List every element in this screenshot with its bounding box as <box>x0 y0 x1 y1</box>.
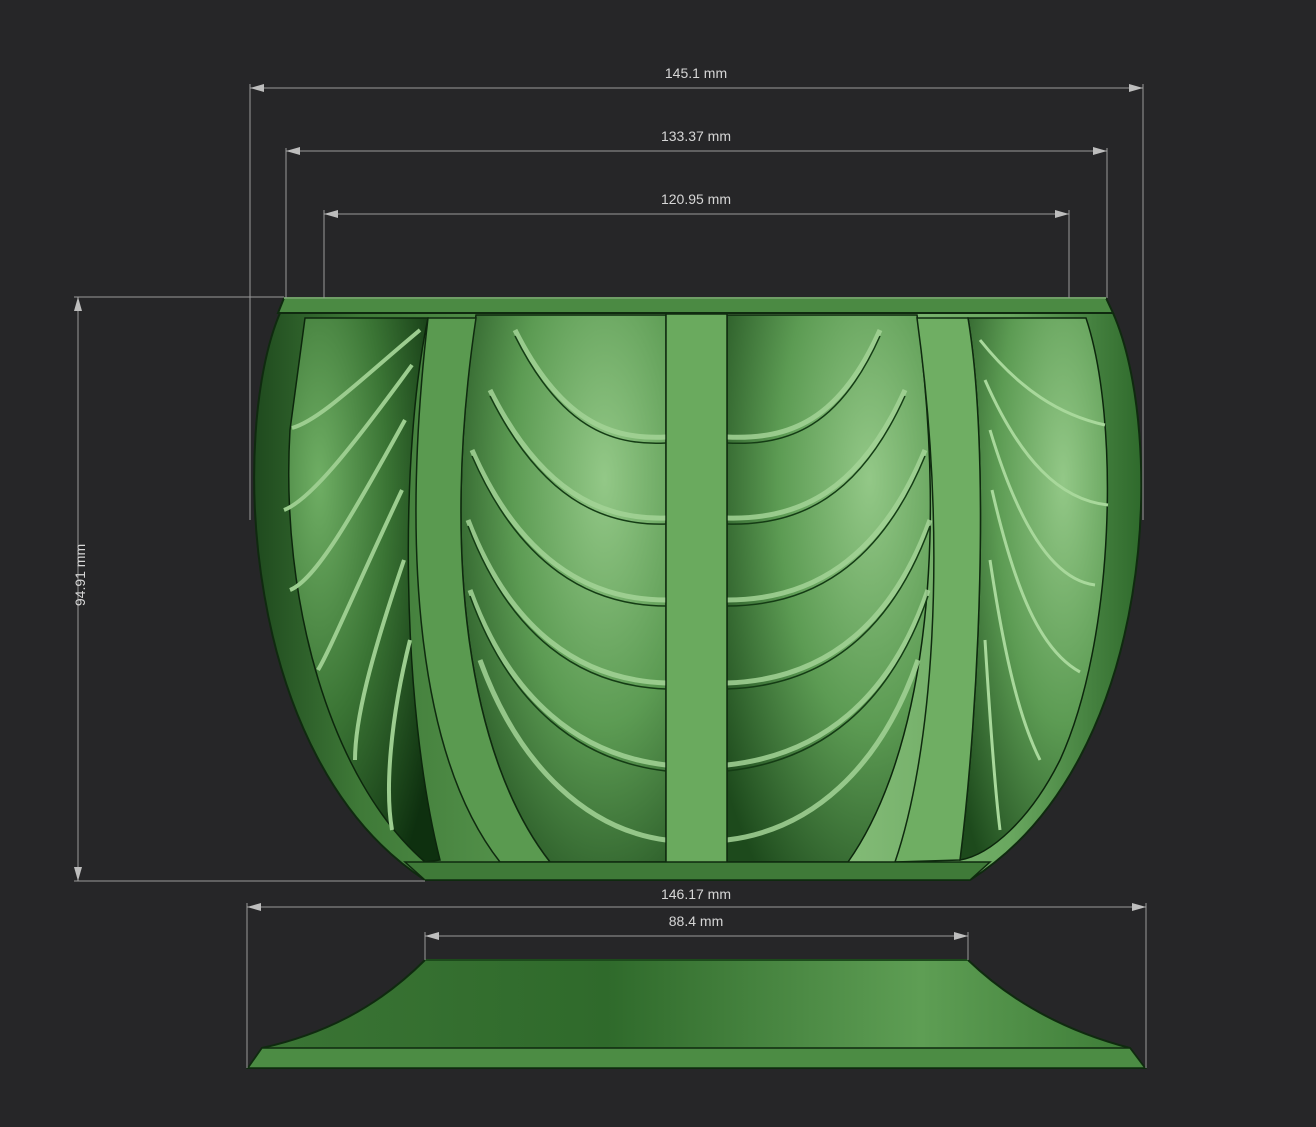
base-foot-ledge <box>246 1047 1147 1069</box>
dimension-label-base-top-width: 88.4 mm <box>669 913 723 929</box>
dimension-label-base-overall-width: 146.17 mm <box>661 886 731 902</box>
rib-center <box>665 313 728 865</box>
bowl-bottom-band <box>403 861 992 881</box>
cad-viewport[interactable]: 145.1 mm 133.37 mm 120.95 mm 94.91 mm 14… <box>0 0 1316 1127</box>
dimension-label-bowl-height: 94.91 mm <box>72 544 88 606</box>
bowl-rim <box>276 297 1115 314</box>
dimension-label-rim-inner-width: 120.95 mm <box>661 191 731 207</box>
base-model <box>246 959 1147 1069</box>
dimension-label-rim-outer-width: 133.37 mm <box>661 128 731 144</box>
dimension-label-top-overall-width: 145.1 mm <box>665 65 727 81</box>
bowl-model <box>253 297 1143 881</box>
dimension-rim-outer-width[interactable]: 133.37 mm <box>285 128 1108 298</box>
dimension-rim-inner-width[interactable]: 120.95 mm <box>323 191 1070 298</box>
bowl-panel-far-right <box>959 317 1109 861</box>
dimension-base-top-width[interactable]: 88.4 mm <box>424 913 969 960</box>
